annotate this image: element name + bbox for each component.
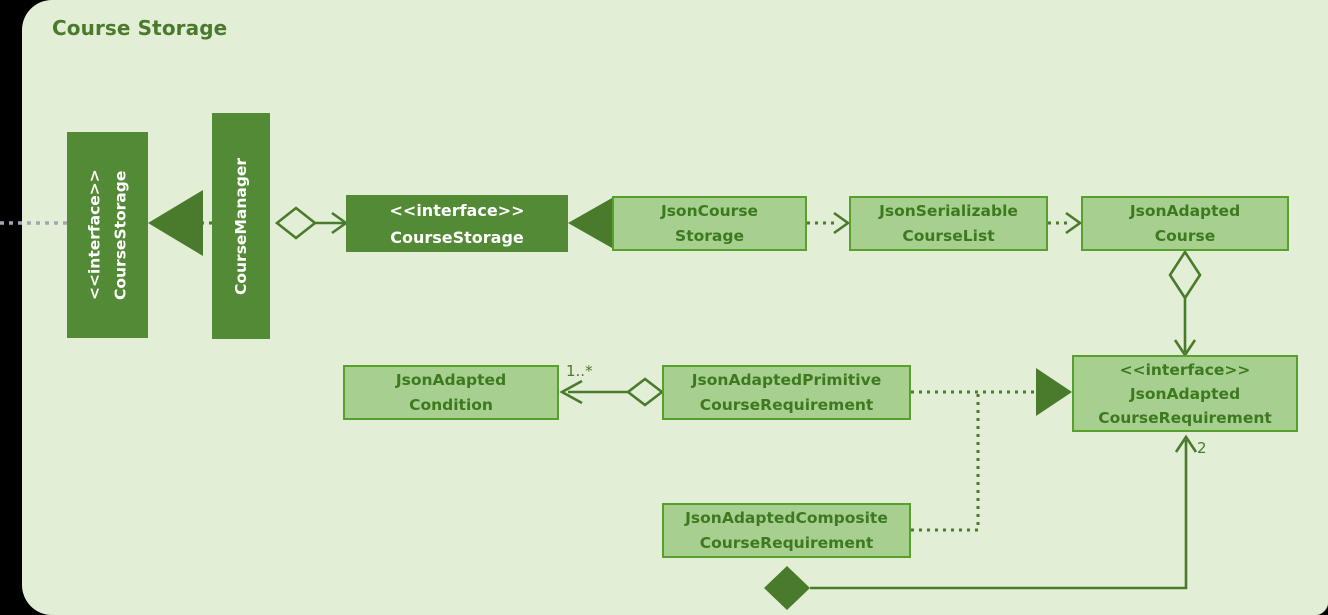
node-line-2: Storage [675, 226, 744, 245]
node-json-adapted-primitive-course-requirement[interactable]: JsonAdaptedPrimitive CourseRequirement [662, 365, 911, 420]
node-line-1: JsonSerializable [879, 201, 1018, 220]
node-course-storage-interface[interactable]: <<interface>> CourseStorage [67, 132, 148, 338]
node-line-1: JsonCourse [660, 201, 759, 220]
node-course-storage-interface-horizontal[interactable]: <<interface>> CourseStorage [346, 195, 568, 252]
node-line-2: JsonAdapted [1129, 384, 1241, 403]
node-course-manager[interactable]: CourseManager [212, 113, 270, 339]
node-line-1: JsonAdapted [1129, 201, 1241, 220]
node-line-2: CourseStorage [111, 170, 130, 300]
label-condition-multiplicity: 1..* [566, 362, 593, 380]
node-line-2: CourseRequirement [699, 395, 874, 414]
node-line-2: Condition [409, 395, 493, 414]
node-json-course-storage[interactable]: JsonCourse Storage [612, 196, 807, 251]
node-json-serializable-course-list[interactable]: JsonSerializable CourseList [849, 196, 1048, 251]
node-line-2: Course [1154, 226, 1216, 245]
page-title: Course Storage [52, 16, 228, 40]
node-line-1: JsonAdapted [395, 370, 507, 389]
node-line-1: CourseManager [232, 157, 250, 295]
node-line-1: <<interface>> [85, 169, 104, 301]
node-line-1: JsonAdaptedPrimitive [691, 370, 882, 389]
node-line-3: CourseRequirement [1098, 408, 1272, 427]
label-requirement-multiplicity: 2 [1197, 439, 1207, 457]
node-json-adapted-course[interactable]: JsonAdapted Course [1081, 196, 1289, 251]
node-line-1: <<interface>> [1119, 360, 1251, 379]
node-json-adapted-course-requirement-interface[interactable]: <<interface>> JsonAdapted CourseRequirem… [1072, 355, 1298, 432]
node-json-adapted-condition[interactable]: JsonAdapted Condition [343, 365, 559, 420]
node-line-2: CourseRequirement [699, 533, 874, 552]
uml-diagram: Course Storage <<interface>> CourseStora… [0, 0, 1328, 615]
node-line-2: CourseStorage [390, 227, 524, 247]
node-line-1: <<interface>> [389, 200, 525, 220]
node-line-2: CourseList [902, 226, 995, 245]
node-line-1: JsonAdaptedComposite [685, 508, 888, 527]
node-json-adapted-composite-course-requirement[interactable]: JsonAdaptedComposite CourseRequirement [662, 503, 911, 558]
